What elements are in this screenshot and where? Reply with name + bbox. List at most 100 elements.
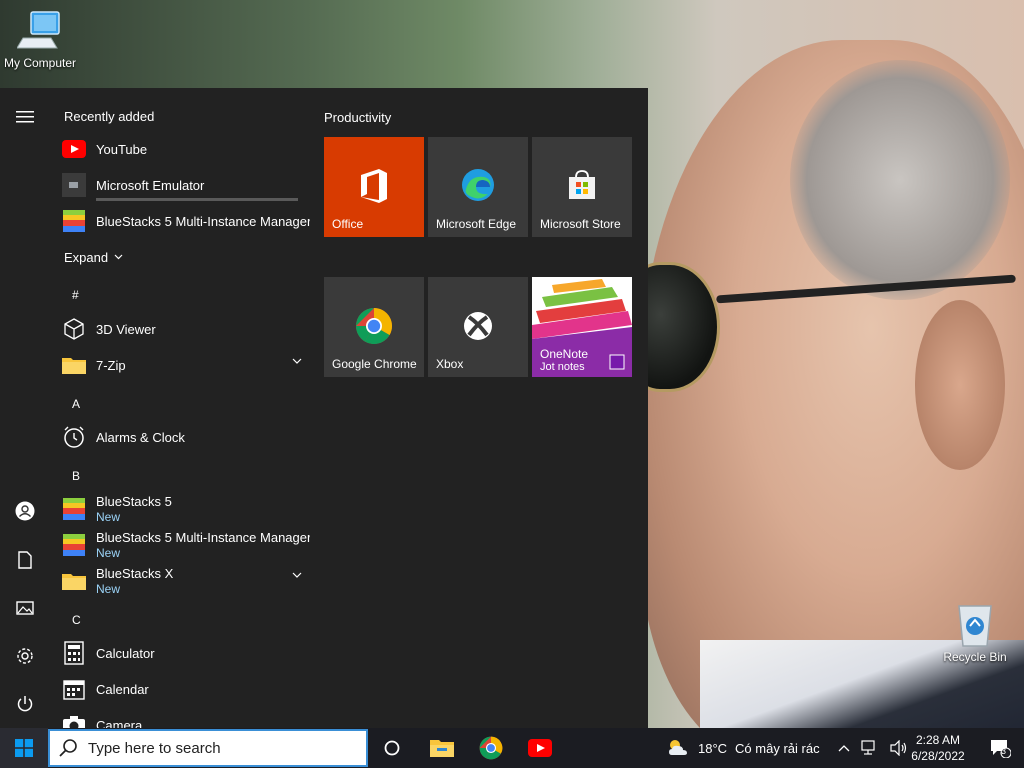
app-item-7zip[interactable]: 7-Zip [62, 349, 302, 381]
start-menu-rail [0, 88, 50, 728]
tile-label: OneNote [540, 347, 589, 361]
power-icon[interactable] [14, 693, 36, 715]
alarm-clock-icon [62, 425, 86, 449]
chrome-icon [479, 736, 503, 760]
app-item-label: Alarms & Clock [96, 429, 185, 445]
pictures-icon[interactable] [14, 597, 36, 619]
tile-microsoft-edge[interactable]: Microsoft Edge [428, 137, 528, 237]
app-item-camera[interactable]: Camera [62, 709, 302, 728]
section-letter-b[interactable]: B [72, 469, 80, 483]
app-item-label: YouTube [96, 141, 148, 157]
app-item-bluestacks-5[interactable]: BlueStacks 5 New [62, 491, 302, 527]
calendar-icon [62, 677, 86, 701]
tile-microsoft-store[interactable]: Microsoft Store [532, 137, 632, 237]
tile-office[interactable]: Office [324, 137, 424, 237]
desktop-icon-my-computer[interactable]: My Computer [0, 8, 80, 70]
chevron-down-icon [114, 254, 123, 260]
app-item-label: Camera [96, 717, 143, 729]
app-item-youtube[interactable]: YouTube [62, 133, 302, 165]
file-explorer-folder-icon [430, 740, 454, 757]
weather-widget[interactable]: 18°C Có mây rải rác [666, 728, 820, 768]
app-item-calculator[interactable]: Calculator [62, 637, 302, 669]
app-item-alarms-clock[interactable]: Alarms & Clock [62, 421, 302, 453]
desktop-icon-recycle-bin[interactable]: Recycle Bin [935, 600, 1015, 664]
user-account-icon[interactable] [14, 500, 36, 522]
tile-onenote[interactable]: OneNote Jot notes [532, 277, 632, 377]
taskbar-file-explorer[interactable] [418, 728, 466, 768]
app-item-microsoft-emulator[interactable]: Microsoft Emulator [62, 169, 302, 201]
clock-date: 6/28/2022 [911, 749, 965, 763]
tile-group-title[interactable]: Productivity [324, 110, 391, 125]
tile-label-group: OneNote Jot notes [540, 348, 588, 373]
notification-count: 3 [1001, 746, 1007, 756]
tile-xbox[interactable]: Xbox [428, 277, 528, 377]
taskbar: Type here to search 18°C Có mây rải rác [0, 728, 1024, 768]
documents-icon[interactable] [14, 549, 36, 571]
app-item-text: BlueStacks X New [96, 566, 173, 596]
cube-icon [62, 317, 86, 341]
task-view-button[interactable] [368, 728, 416, 768]
app-item-label: BlueStacks 5 [96, 494, 172, 509]
settings-gear-icon[interactable] [14, 645, 36, 667]
action-center-button[interactable]: 3 [976, 728, 1024, 768]
app-item-label: 7-Zip [96, 357, 126, 373]
section-letter-hash[interactable]: # [72, 288, 79, 302]
app-item-label: Microsoft Emulator [96, 177, 205, 193]
tile-sublabel: Jot notes [540, 361, 585, 373]
bluestacks-icon [62, 533, 86, 557]
tile-label: Microsoft Store [540, 217, 621, 231]
search-icon [59, 739, 77, 757]
clock-time: 2:28 AM [915, 733, 961, 747]
start-menu: Recently added YouTube Microsoft Emulato… [0, 88, 648, 728]
recently-added-heading: Recently added [64, 109, 155, 124]
chrome-icon [356, 308, 393, 345]
app-item-label: 3D Viewer [96, 321, 156, 337]
folder-icon [62, 353, 86, 377]
computer-icon [17, 11, 60, 49]
weather-temperature: 18°C [698, 740, 728, 756]
bluestacks-icon [62, 209, 86, 233]
youtube-icon [62, 137, 86, 161]
app-item-3d-viewer[interactable]: 3D Viewer [62, 313, 302, 345]
app-item-bluestacks-x[interactable]: BlueStacks X New [62, 563, 302, 599]
section-letter-a[interactable]: A [72, 397, 80, 411]
app-item-label: BlueStacks X [96, 566, 174, 581]
xbox-icon [464, 312, 492, 340]
partly-cloudy-icon [669, 740, 687, 755]
chevron-down-icon[interactable] [292, 572, 302, 578]
chevron-up-icon[interactable] [838, 744, 850, 752]
section-letter-c[interactable]: C [72, 613, 81, 627]
app-item-text: BlueStacks 5 Multi-Instance Manager New [96, 530, 310, 560]
start-button[interactable] [0, 728, 48, 768]
wallpaper-hair [790, 60, 1010, 300]
tile-label: Office [332, 217, 364, 231]
tile-label: Xbox [436, 357, 464, 371]
network-icon[interactable] [861, 740, 879, 756]
hamburger-menu-icon[interactable] [14, 106, 36, 128]
taskbar-youtube[interactable] [516, 728, 564, 768]
app-item-label: BlueStacks 5 Multi-Instance Manager [96, 530, 310, 545]
new-badge: New [96, 582, 121, 596]
taskbar-chrome[interactable] [467, 728, 515, 768]
store-bag-icon [569, 170, 595, 199]
weather-description: Có mây rải rác [735, 740, 820, 756]
app-item-label: BlueStacks 5 Multi-Instance Manager [96, 213, 310, 229]
camera-icon [62, 713, 86, 728]
taskbar-clock[interactable]: 2:28 AM 6/28/2022 [904, 732, 972, 764]
new-badge: New [96, 510, 121, 524]
expand-button[interactable]: Expand [62, 241, 132, 273]
app-item-bluestacks-mim[interactable]: BlueStacks 5 Multi-Instance Manager New [62, 527, 310, 563]
tile-google-chrome[interactable]: Google Chrome [324, 277, 424, 377]
tile-label: Google Chrome [332, 357, 417, 371]
app-item-label: Calculator [96, 645, 155, 661]
search-placeholder: Type here to search [88, 739, 221, 757]
app-item-calendar[interactable]: Calendar [62, 673, 302, 705]
taskbar-search-box[interactable]: Type here to search [48, 729, 368, 767]
windows-logo-icon [15, 739, 33, 757]
new-badge: New [96, 546, 121, 560]
chevron-down-icon[interactable] [292, 358, 302, 364]
youtube-icon [528, 739, 552, 757]
app-item-text: BlueStacks 5 New [96, 494, 172, 524]
app-item-bluestacks-mim-recent[interactable]: BlueStacks 5 Multi-Instance Manager [62, 205, 310, 237]
bluestacks-icon [62, 497, 86, 521]
